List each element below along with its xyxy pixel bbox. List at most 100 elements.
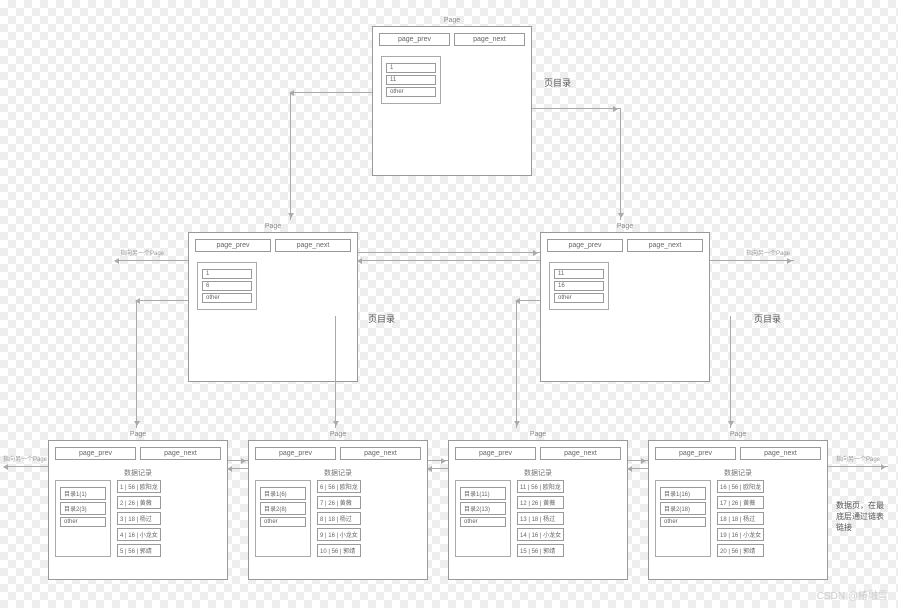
dir-item: 目录2(3) xyxy=(60,502,106,515)
record: 5 | 56 | 郭靖 xyxy=(117,544,161,557)
record: 13 | 18 | 杨过 xyxy=(517,512,564,525)
arrow-down xyxy=(516,300,517,428)
page-label: Page xyxy=(265,223,281,230)
dir-item: other xyxy=(202,293,252,303)
record-list: 16 | 56 | 欧阳龙 17 | 26 | 黄薇 18 | 18 | 杨过 … xyxy=(717,480,764,557)
arrow-h xyxy=(532,108,620,109)
link-arrow xyxy=(628,468,648,469)
arrow-down xyxy=(335,316,336,428)
link-arrow xyxy=(428,468,448,469)
dir-label: 页目录 xyxy=(544,76,571,89)
page-label: Page xyxy=(530,431,546,438)
link-arrow xyxy=(628,460,648,461)
dir-item: other xyxy=(460,517,506,527)
records-label: 数据记录 xyxy=(49,466,227,480)
record: 15 | 56 | 郭靖 xyxy=(517,544,564,557)
arrow-h xyxy=(290,92,372,93)
leaf-page-3: Page page_prev page_next 数据记录 目录1(16) 目录… xyxy=(648,440,828,580)
record: 2 | 26 | 黄薇 xyxy=(117,496,161,509)
dir-item: 1 xyxy=(386,63,436,73)
link-arrow xyxy=(358,252,540,253)
dir-item: 6 xyxy=(202,281,252,291)
dir-item: other xyxy=(60,517,106,527)
leaf-dir: 目录1(16) 目录2(18) other xyxy=(655,480,711,557)
mid-page-0: Page page_prev page_next 1 6 other xyxy=(188,232,358,382)
dir-item: 16 xyxy=(554,281,604,291)
record: 1 | 56 | 欧阳龙 xyxy=(117,480,161,493)
record-list: 1 | 56 | 欧阳龙 2 | 26 | 黄薇 3 | 18 | 杨过 4 |… xyxy=(117,480,161,557)
edge-arrow xyxy=(710,260,794,261)
dir-item: other xyxy=(554,293,604,303)
record: 20 | 56 | 郭靖 xyxy=(717,544,764,557)
link-arrow xyxy=(228,460,248,461)
record: 17 | 26 | 黄薇 xyxy=(717,496,764,509)
dir-item: 1 xyxy=(202,269,252,279)
records-label: 数据记录 xyxy=(249,466,427,480)
leaf-page-2: Page page_prev page_next 数据记录 目录1(11) 目录… xyxy=(448,440,628,580)
dir-label: 页目录 xyxy=(754,312,781,325)
watermark: CSDN @椿融雪 xyxy=(817,587,888,602)
page-label: Page xyxy=(730,431,746,438)
edge-label: 指向另一个Page xyxy=(120,248,164,257)
page-label: Page xyxy=(444,17,460,24)
leaf-dir: 目录1(1) 目录2(3) other xyxy=(55,480,111,557)
record: 12 | 26 | 黄薇 xyxy=(517,496,564,509)
dir-label: 页目录 xyxy=(368,312,395,325)
page-next: page_next xyxy=(454,33,525,46)
page-prev: page_prev xyxy=(255,447,336,460)
page-next: page_next xyxy=(340,447,421,460)
leaf-page-0: Page page_prev page_next 数据记录 目录1(1) 目录2… xyxy=(48,440,228,580)
page-label: Page xyxy=(617,223,633,230)
dir-item: 目录2(13) xyxy=(460,502,506,515)
record: 6 | 56 | 欧阳龙 xyxy=(317,480,361,493)
record: 11 | 56 | 欧阳龙 xyxy=(517,480,564,493)
side-note: 数据页，在最底层通过链表链接 xyxy=(836,500,890,534)
page-next: page_next xyxy=(627,239,703,252)
edge-label: 指向另一个Page xyxy=(746,248,790,257)
arrow-h xyxy=(516,300,540,301)
dir-item: 目录2(18) xyxy=(660,502,706,515)
dir-item: 目录1(11) xyxy=(460,487,506,500)
link-arrow xyxy=(228,468,248,469)
page-prev: page_prev xyxy=(195,239,271,252)
leaf-dir: 目录1(11) 目录2(13) other xyxy=(455,480,511,557)
arrow-h xyxy=(136,300,188,301)
record: 14 | 16 | 小龙女 xyxy=(517,528,564,541)
edge-arrow xyxy=(4,466,48,467)
dir-item: 目录1(6) xyxy=(260,487,306,500)
records-label: 数据记录 xyxy=(449,466,627,480)
arrow-down xyxy=(730,316,731,428)
mid-dir: 11 16 other xyxy=(549,262,609,310)
record: 16 | 56 | 欧阳龙 xyxy=(717,480,764,493)
root-dir: 1 11 other xyxy=(381,56,441,104)
record-list: 6 | 56 | 欧阳龙 7 | 26 | 黄薇 8 | 18 | 杨过 9 |… xyxy=(317,480,361,557)
dir-item: other xyxy=(260,517,306,527)
arrow-down xyxy=(290,92,291,220)
page-next: page_next xyxy=(540,447,621,460)
record: 19 | 16 | 小龙女 xyxy=(717,528,764,541)
record: 4 | 16 | 小龙女 xyxy=(117,528,161,541)
page-label: Page xyxy=(130,431,146,438)
page-next: page_next xyxy=(275,239,351,252)
mid-dir: 1 6 other xyxy=(197,262,257,310)
mid-page-1: Page page_prev page_next 11 16 other xyxy=(540,232,710,382)
arrow-down xyxy=(136,300,137,428)
arrow-down xyxy=(620,108,621,220)
record-list: 11 | 56 | 欧阳龙 12 | 26 | 黄薇 13 | 18 | 杨过 … xyxy=(517,480,564,557)
root-page: Page page_prev page_next 1 11 other xyxy=(372,26,532,176)
dir-item: 目录1(1) xyxy=(60,487,106,500)
link-arrow xyxy=(358,260,540,261)
page-label: Page xyxy=(330,431,346,438)
dir-item: 11 xyxy=(386,75,436,85)
record: 18 | 18 | 杨过 xyxy=(717,512,764,525)
record: 10 | 56 | 郭靖 xyxy=(317,544,361,557)
page-next: page_next xyxy=(740,447,821,460)
dir-item: other xyxy=(660,517,706,527)
page-prev: page_prev xyxy=(55,447,136,460)
page-prev: page_prev xyxy=(379,33,450,46)
records-label: 数据记录 xyxy=(649,466,827,480)
edge-arrow xyxy=(828,466,888,467)
dir-item: 11 xyxy=(554,269,604,279)
link-arrow xyxy=(428,460,448,461)
page-prev: page_prev xyxy=(655,447,736,460)
